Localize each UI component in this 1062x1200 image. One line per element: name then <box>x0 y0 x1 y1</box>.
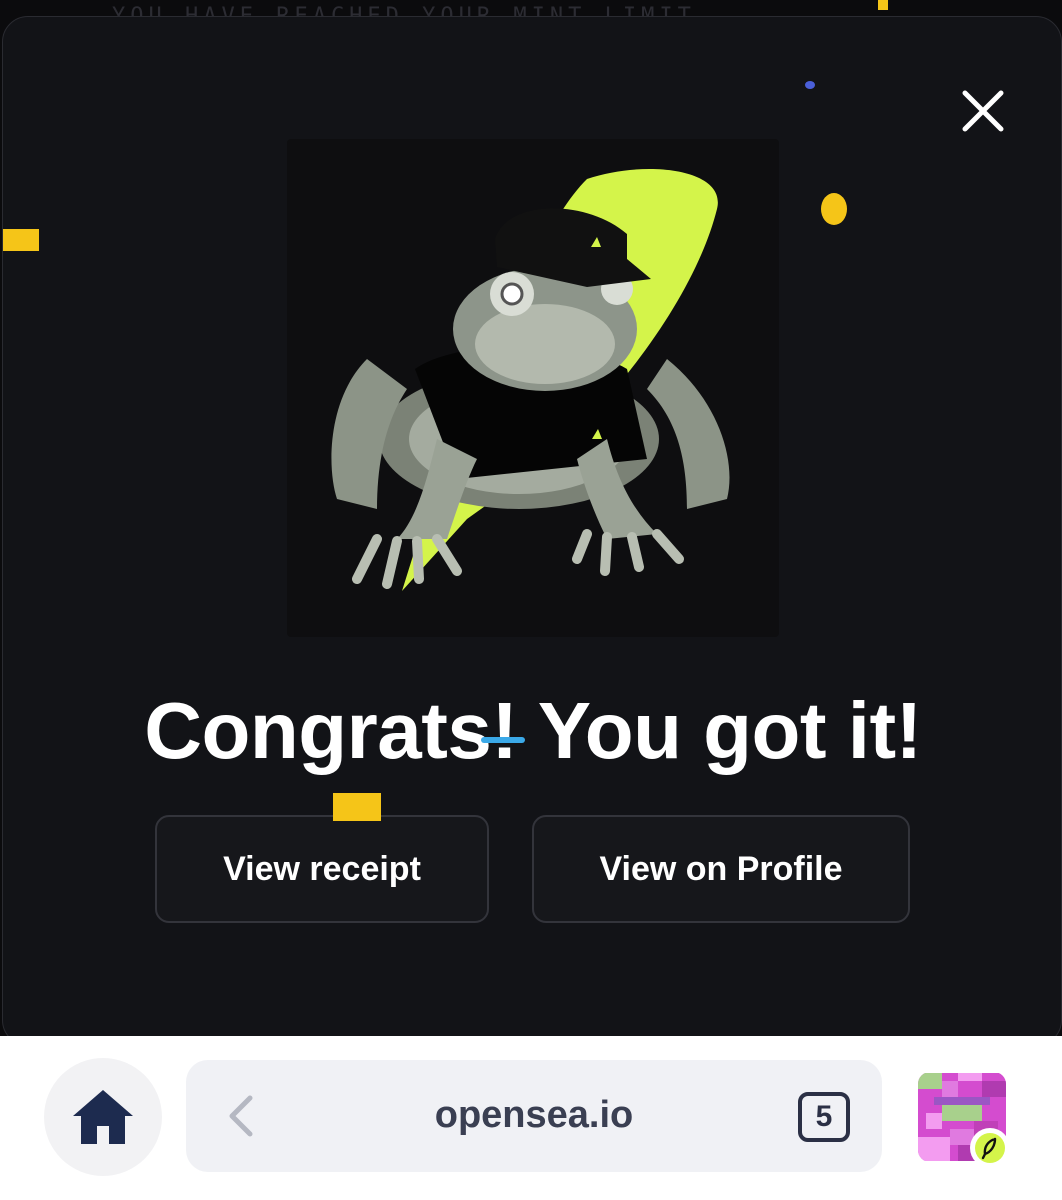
leaf-icon <box>975 1133 1005 1163</box>
confetti-piece <box>333 793 381 821</box>
close-button[interactable] <box>951 79 1015 143</box>
view-receipt-button[interactable]: View receipt <box>155 815 489 923</box>
confetti-piece <box>481 737 525 743</box>
verified-badge <box>970 1128 1010 1168</box>
address-bar[interactable]: opensea.io 5 <box>186 1060 882 1172</box>
close-icon <box>962 90 1004 132</box>
congrats-headline: Congrats! You got it! <box>144 686 922 775</box>
confetti-piece <box>3 229 39 251</box>
confetti-piece <box>805 81 815 89</box>
browser-toolbar: opensea.io 5 <box>0 1036 1062 1200</box>
confetti-piece <box>878 0 888 10</box>
view-on-profile-button[interactable]: View on Profile <box>532 815 910 923</box>
frog-illustration <box>331 169 730 591</box>
url-text: opensea.io <box>434 1094 634 1136</box>
tab-count-button[interactable]: 5 <box>798 1092 850 1142</box>
screen: YOU HAVE REACHED YOUR MINT LIMIT <box>0 0 1062 1200</box>
home-icon <box>73 1090 133 1144</box>
confetti-piece <box>821 193 847 225</box>
success-modal: Congrats! You got it! View receipt View … <box>2 16 1062 1046</box>
home-button[interactable] <box>44 1058 162 1176</box>
nft-artwork <box>287 139 779 637</box>
